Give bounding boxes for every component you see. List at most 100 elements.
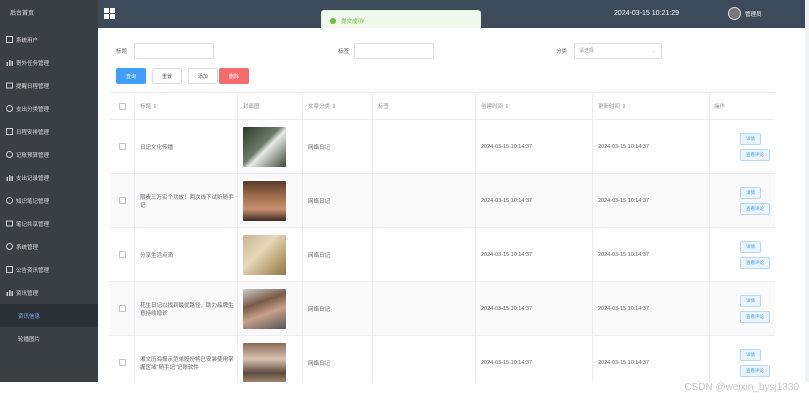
view-comments-button[interactable]: 查看评论 <box>740 202 770 215</box>
view-comments-button[interactable]: 查看评论 <box>740 148 770 161</box>
row-category: 网络日记 <box>303 120 373 173</box>
row-updated: 2024-03-15 10:14:37 <box>593 228 710 281</box>
row-tag <box>373 120 476 173</box>
detail-button[interactable]: 详情 <box>740 294 761 307</box>
col-updated[interactable]: 更新时间 ⇕ <box>593 93 710 119</box>
detail-button[interactable]: 详情 <box>740 132 761 145</box>
sidebar-item-note-sharing[interactable]: 笔记共享管理 <box>0 212 98 235</box>
row-tag <box>373 174 476 227</box>
sidebar-item-label: 支出记录管理 <box>16 175 50 182</box>
table-header: 标题 ⇕ 封面图 文章分类 ⇕ 标签 创建时间 ⇕ 更新时间 ⇕ 操作 <box>110 93 775 120</box>
row-updated: 2024-03-15 10:14:37 <box>593 120 710 173</box>
row-checkbox[interactable] <box>118 251 126 258</box>
watermark: CSDN @weixin_bysj1330 <box>684 382 799 393</box>
row-created: 2024-03-15 10:14:37 <box>476 282 593 335</box>
user-menu[interactable]: 管理员 <box>728 7 762 20</box>
sidebar-item-system[interactable]: 系统管理 <box>0 235 98 258</box>
row-category: 网络日记 <box>303 228 373 281</box>
sidebar-title[interactable]: 后台首页 <box>0 0 98 28</box>
sidebar-item-news[interactable]: 资讯管理 <box>0 281 98 304</box>
image-icon <box>6 82 13 89</box>
row-checkbox[interactable] <box>118 197 126 204</box>
cover-image <box>243 180 286 221</box>
reset-button[interactable]: 重置 <box>152 68 182 84</box>
detail-button[interactable]: 详情 <box>740 240 761 253</box>
view-comments-button[interactable]: 查看评论 <box>740 310 770 323</box>
main-content: 标题 标签 分类 请选择 ⌄ 查询 重置 添加 删除 标题 ⇕ 封面图 文章分类… <box>98 28 805 390</box>
sidebar-item-expense-records[interactable]: 支出记录管理 <box>0 166 98 189</box>
user-name: 管理员 <box>745 11 762 18</box>
current-datetime: 2024-03-15 10:21:29 <box>614 10 679 17</box>
col-actions: 操作 <box>714 104 726 110</box>
circle-icon <box>6 105 13 112</box>
chart-icon <box>6 174 13 181</box>
col-category[interactable]: 文章分类 ⇕ <box>303 93 373 119</box>
sidebar-item-label: 支出分类管理 <box>16 106 50 113</box>
circle-icon <box>6 243 13 250</box>
col-created[interactable]: 创建时间 ⇕ <box>476 93 593 119</box>
table-row: 限责三万实个功放！两次线下试听随手记 网络日记 2024-03-15 10:14… <box>110 174 775 228</box>
sidebar-item-label: 提醒日程管理 <box>16 83 50 90</box>
sidebar: 后台首页 系统用户 寄外任务管理 提醒日程管理 支出分类管理 日程安排管理 记账… <box>0 0 98 382</box>
cover-image <box>243 342 286 383</box>
image-icon <box>6 220 13 227</box>
sidebar-item-schedule[interactable]: 日程安排管理 <box>0 120 98 143</box>
row-title: 限责三万实个功放！两次线下试听随手记 <box>135 174 238 227</box>
row-tag <box>373 282 476 335</box>
chart-icon <box>6 289 13 296</box>
title-filter-input[interactable] <box>134 43 214 59</box>
sidebar-item-announcements[interactable]: 公告资讯管理 <box>0 258 98 281</box>
col-tag: 标签 <box>373 93 476 119</box>
detail-button[interactable]: 详情 <box>740 348 761 361</box>
row-title: 花生日记以找到最优路径，助力品牌生意持续增长 <box>135 282 238 335</box>
news-table: 标题 ⇕ 封面图 文章分类 ⇕ 标签 创建时间 ⇕ 更新时间 ⇕ 操作 日记文化… <box>110 92 775 390</box>
table-row: 日记文化传播 网络日记 2024-03-15 10:14:37 2024-03-… <box>110 120 775 174</box>
circle-icon <box>6 151 13 158</box>
sidebar-item-tasks[interactable]: 寄外任务管理 <box>0 51 98 74</box>
add-button[interactable]: 添加 <box>188 68 218 84</box>
row-created: 2024-03-15 10:14:37 <box>476 228 593 281</box>
query-button[interactable]: 查询 <box>116 68 146 84</box>
toast-message: 提交成功! <box>341 19 365 25</box>
sidebar-item-news-info[interactable]: 资讯信息 <box>0 304 98 327</box>
view-comments-button[interactable]: 查看评论 <box>740 256 770 269</box>
menu-grid-icon[interactable] <box>104 8 115 19</box>
select-all-checkbox[interactable] <box>118 102 126 110</box>
row-created: 2024-03-15 10:14:37 <box>476 120 593 173</box>
row-checkbox[interactable] <box>118 143 126 150</box>
success-icon <box>330 18 336 24</box>
sidebar-item-carousel[interactable]: 轮播图片 <box>0 327 98 350</box>
sidebar-item-label: 系统管理 <box>16 244 39 251</box>
category-filter-label: 分类 <box>556 49 568 55</box>
row-title: 日记文化传播 <box>135 120 238 173</box>
sidebar-item-budget[interactable]: 记账预算管理 <box>0 143 98 166</box>
avatar <box>728 7 741 20</box>
row-tag <box>373 228 476 281</box>
tag-filter-input[interactable] <box>354 43 434 59</box>
sidebar-item-reminders[interactable]: 提醒日程管理 <box>0 74 98 97</box>
sidebar-item-expense-category[interactable]: 支出分类管理 <box>0 97 98 120</box>
delete-button[interactable]: 删除 <box>219 68 249 84</box>
chevron-down-icon: ⌄ <box>651 48 656 54</box>
row-checkbox[interactable] <box>118 359 126 366</box>
grid-icon <box>6 128 13 135</box>
row-created: 2024-03-15 10:14:37 <box>476 174 593 227</box>
col-title[interactable]: 标题 ⇕ <box>135 93 238 119</box>
sidebar-item-label: 系统用户 <box>16 37 39 44</box>
category-select[interactable]: 请选择 ⌄ <box>574 43 662 59</box>
row-title: 分享生活点滴 <box>135 228 238 281</box>
title-filter-label: 标题 <box>116 49 128 55</box>
detail-button[interactable]: 详情 <box>740 186 761 199</box>
row-updated: 2024-03-15 10:14:37 <box>593 282 710 335</box>
chart-icon <box>6 59 13 66</box>
view-comments-button[interactable]: 查看评论 <box>740 364 770 377</box>
row-category: 网络日记 <box>303 282 373 335</box>
circle-icon <box>6 197 13 204</box>
table-row: 分享生活点滴 网络日记 2024-03-15 10:14:37 2024-03-… <box>110 228 775 282</box>
sidebar-item-notes[interactable]: 知识笔记管理 <box>0 189 98 212</box>
row-updated: 2024-03-15 10:14:37 <box>593 174 710 227</box>
row-checkbox[interactable] <box>118 305 126 312</box>
sidebar-item-users[interactable]: 系统用户 <box>0 28 98 51</box>
cover-image <box>243 234 286 275</box>
col-cover: 封面图 <box>238 93 303 119</box>
